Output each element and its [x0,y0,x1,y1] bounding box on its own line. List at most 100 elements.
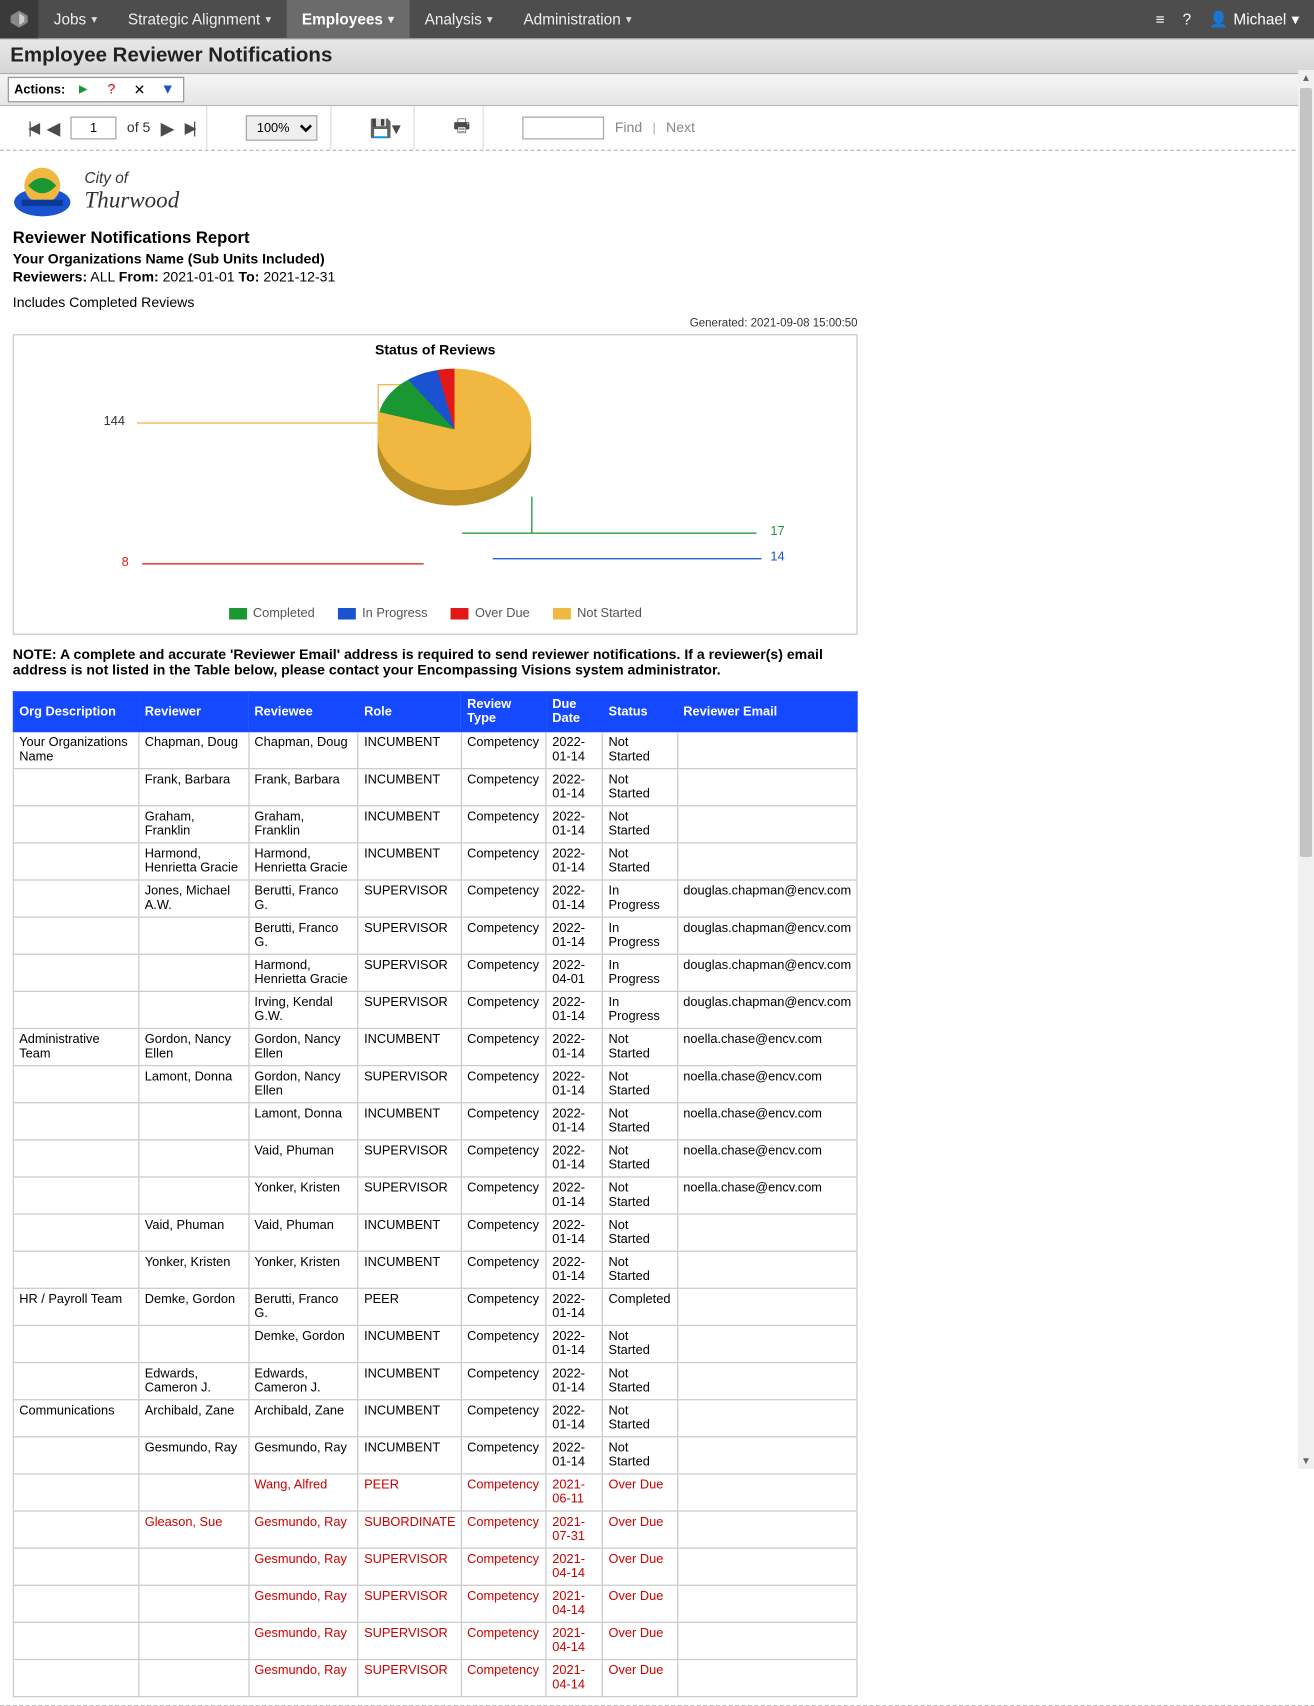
table-row: Berutti, Franco G.SUPERVISORCompetency20… [13,917,857,954]
chevron-down-icon: ▾ [91,12,97,26]
action-filter-icon[interactable]: ▼ [157,79,177,99]
table-row: Administrative TeamGordon, Nancy EllenGo… [13,1028,857,1065]
table-row: Edwards, Cameron J.Edwards, Cameron J.IN… [13,1363,857,1400]
report-filters: Reviewers: ALL From: 2021-01-01 To: 2021… [13,270,1302,285]
table-row: Gesmundo, RaySUPERVISORCompetency2021-04… [13,1660,857,1697]
page-number-input[interactable] [71,116,117,139]
table-row: CommunicationsArchibald, ZaneArchibald, … [13,1400,857,1437]
next-page-button[interactable]: ▶ [161,117,175,139]
action-close-icon[interactable]: ✕ [129,79,149,99]
col-due-date: Due Date [546,692,602,732]
notifications-table: Org DescriptionReviewerRevieweeRoleRevie… [13,691,858,1697]
user-menu[interactable]: 👤 Michael ▾ [1209,10,1299,28]
scroll-thumb[interactable] [1300,88,1312,857]
table-row: Gesmundo, RaySUPERVISORCompetency2021-04… [13,1548,857,1585]
find-button[interactable]: Find [615,120,642,135]
table-row: Gesmundo, RaySUPERVISORCompetency2021-04… [13,1622,857,1659]
report-title: Reviewer Notifications Report [13,228,1302,247]
action-run-icon[interactable]: ► [73,79,93,99]
nav-item-administration[interactable]: Administration▾ [508,0,647,38]
table-row: Lamont, DonnaINCUMBENTCompetency2022-01-… [13,1103,857,1140]
help-icon[interactable]: ? [1183,10,1192,28]
table-row: Yonker, KristenYonker, KristenINCUMBENTC… [13,1251,857,1288]
chevron-down-icon: ▾ [1291,10,1299,28]
table-row: Jones, Michael A.W.Berutti, Franco G.SUP… [13,880,857,917]
generated-timestamp: Generated: 2021-09-08 15:00:50 [13,316,858,329]
callout-in-progress: 14 [770,550,784,564]
table-row: Gesmundo, RayGesmundo, RayINCUMBENTCompe… [13,1437,857,1474]
scroll-up-icon[interactable]: ▲ [1298,70,1314,86]
legend-not-started: Not Started [553,607,642,621]
actions-label: Actions: [14,83,65,97]
table-row: Wang, AlfredPEERCompetency2021-06-11Over… [13,1474,857,1511]
col-role: Role [358,692,461,732]
report-body: City of Thurwood Reviewer Notifications … [0,151,1314,1705]
print-icon[interactable]: 🖶 [453,113,470,144]
legend-in-progress: In Progress [338,607,428,621]
report-includes: Includes Completed Reviews [13,296,1302,311]
zoom-select[interactable]: 100% [245,115,317,141]
nav-item-analysis[interactable]: Analysis▾ [409,0,508,38]
logo-line1: City of [84,168,179,186]
last-page-button[interactable]: ▶| [185,119,193,137]
find-input[interactable] [523,116,605,139]
nav-item-employees[interactable]: Employees▾ [286,0,409,38]
col-review-type: Review Type [461,692,546,732]
chart-title: Status of Reviews [19,343,851,358]
scroll-down-icon[interactable]: ▼ [1298,1453,1314,1469]
table-row: Gesmundo, RaySUPERVISORCompetency2021-04… [13,1585,857,1622]
chart-legend: Completed In Progress Over Due Not Started [19,607,851,621]
page-of-label: of 5 [127,120,151,135]
chevron-down-icon: ▾ [388,12,394,26]
chevron-down-icon: ▾ [487,12,493,26]
find-next-button[interactable]: Next [666,120,695,135]
table-row: Gleason, SueGesmundo, RaySUBORDINATEComp… [13,1511,857,1548]
report-viewer: |◀ ◀ of 5 ▶ ▶| 100% 💾▾ 🖶 Find | Next [0,106,1314,1706]
callout-over-due: 8 [122,556,129,570]
callout-completed: 17 [770,525,784,539]
nav-item-strategic-alignment[interactable]: Strategic Alignment▾ [113,0,287,38]
action-help-icon[interactable]: ? [101,79,121,99]
actions-box: Actions: ► ? ✕ ▼ [8,77,185,103]
table-row: Graham, FranklinGraham, FranklinINCUMBEN… [13,806,857,843]
legend-completed: Completed [229,607,315,621]
page-title: Employee Reviewer Notifications [10,45,1304,68]
col-reviewer-email: Reviewer Email [678,692,857,732]
table-row: Demke, GordonINCUMBENTCompetency2022-01-… [13,1325,857,1362]
table-row: Harmond, Henrietta GracieHarmond, Henrie… [13,843,857,880]
col-status: Status [603,692,678,732]
table-row: Yonker, KristenSUPERVISORCompetency2022-… [13,1177,857,1214]
table-row: Lamont, DonnaGordon, Nancy EllenSUPERVIS… [13,1066,857,1103]
pie-icon [378,369,532,510]
legend-over-due: Over Due [451,607,530,621]
table-row: Frank, BarbaraFrank, BarbaraINCUMBENTCom… [13,769,857,806]
status-chart: Status of Reviews 144 17 14 8 [13,334,858,635]
report-note: NOTE: A complete and accurate 'Reviewer … [13,648,858,679]
logo-line2: Thurwood [84,186,179,213]
first-page-button[interactable]: |◀ [28,119,36,137]
page-title-bar: Employee Reviewer Notifications [0,38,1314,74]
col-reviewee: Reviewee [249,692,359,732]
report-org: Your Organizations Name (Sub Units Inclu… [13,252,1302,267]
table-row: Irving, Kendal G.W.SUPERVISORCompetency2… [13,991,857,1028]
callout-not-started: 144 [104,415,125,429]
vertical-scrollbar[interactable]: ▲ ▼ [1298,70,1314,1469]
org-logo-icon [13,164,72,218]
col-reviewer: Reviewer [139,692,249,732]
table-row: Harmond, Henrietta GracieSUPERVISORCompe… [13,954,857,991]
table-row: HR / Payroll TeamDemke, GordonBerutti, F… [13,1288,857,1325]
actions-bar: Actions: ► ? ✕ ▼ [0,74,1314,106]
table-row: Vaid, PhumanVaid, PhumanINCUMBENTCompete… [13,1214,857,1251]
save-icon[interactable]: 💾▾ [369,117,400,139]
nav-item-jobs[interactable]: Jobs▾ [38,0,112,38]
app-logo-icon [0,0,38,38]
user-name: Michael [1233,10,1286,28]
table-row: Your Organizations NameChapman, DougChap… [13,732,857,769]
chevron-down-icon: ▾ [265,12,271,26]
viewer-toolbar: |◀ ◀ of 5 ▶ ▶| 100% 💾▾ 🖶 Find | Next [0,106,1314,150]
prev-page-button[interactable]: ◀ [47,117,61,139]
table-row: Vaid, PhumanSUPERVISORCompetency2022-01-… [13,1140,857,1177]
menu-icon[interactable]: ≡ [1156,10,1165,28]
user-icon: 👤 [1209,10,1228,28]
top-nav: Jobs▾Strategic Alignment▾Employees▾Analy… [0,0,1314,38]
